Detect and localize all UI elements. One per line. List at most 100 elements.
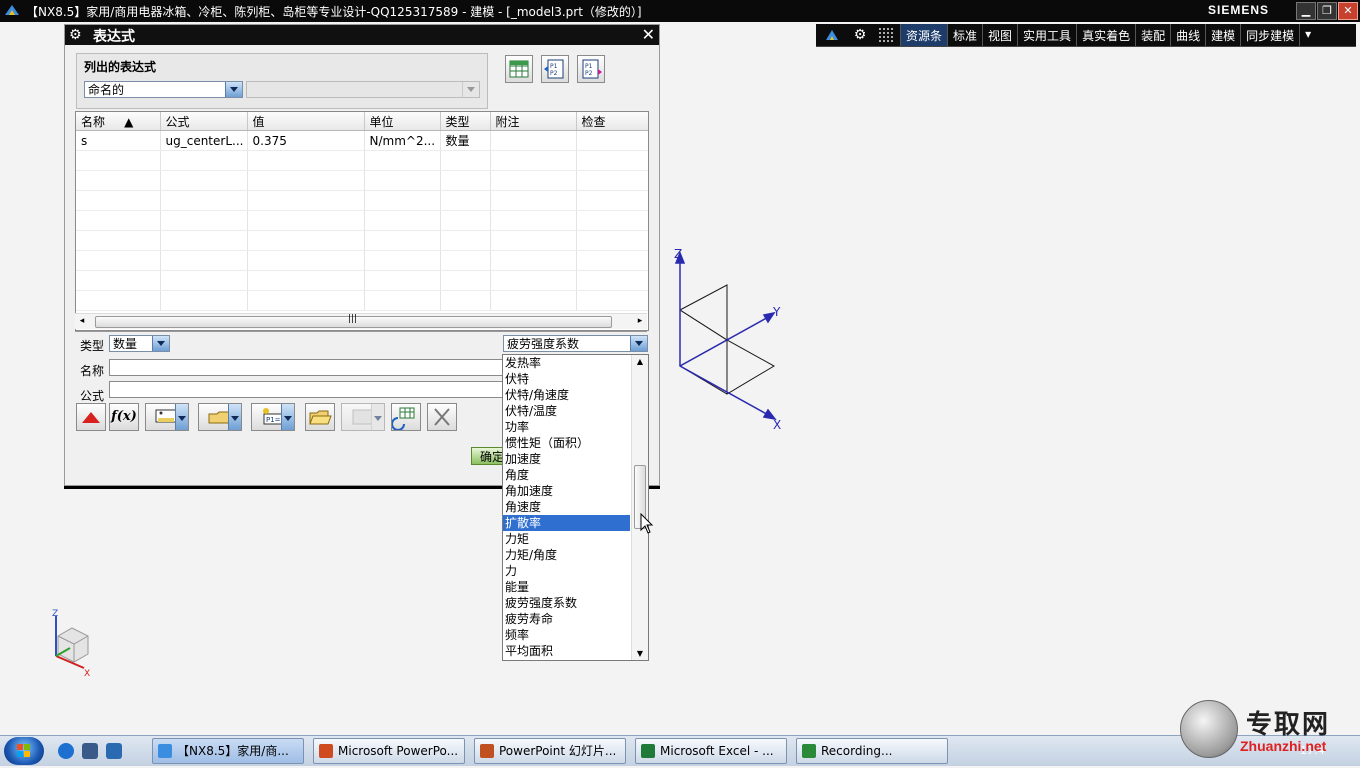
unit-option[interactable]: 能量 [503, 579, 630, 595]
table-row[interactable] [76, 190, 648, 211]
show-desktop-icon[interactable] [106, 743, 122, 759]
type-select[interactable]: 数量 [109, 335, 170, 352]
tab-view[interactable]: 视图 [982, 24, 1017, 46]
dropdown-vertical-scrollbar[interactable]: ▲ ▼ [631, 355, 648, 660]
delete-button[interactable] [427, 403, 457, 431]
table-row[interactable]: s ug_centerL... 0.375 N/mm^2... 数量 [76, 130, 648, 151]
site-watermark: 专取网 Zhuanzhi.net [1180, 700, 1360, 760]
table-row[interactable] [76, 290, 648, 311]
dialog-close-button[interactable]: ✕ [642, 25, 655, 44]
tab-modeling[interactable]: 建模 [1205, 24, 1240, 46]
column-header-name[interactable]: 名称 ▲ [76, 112, 161, 131]
parameter-button[interactable]: P1= [251, 403, 295, 431]
table-row[interactable] [76, 150, 648, 171]
start-button[interactable] [4, 737, 44, 765]
table-row[interactable] [76, 170, 648, 191]
column-header-check[interactable]: 检查 [576, 112, 648, 131]
task-excel[interactable]: Microsoft Excel - ... [635, 738, 787, 764]
chevron-down-icon[interactable] [175, 404, 188, 430]
column-header-formula[interactable]: 公式 [160, 112, 248, 131]
window-close-button[interactable]: ✕ [1338, 2, 1358, 20]
import-expressions-button[interactable]: P1 P2 [541, 55, 569, 83]
table-horizontal-scrollbar[interactable]: ◂ ||| ▸ [75, 313, 647, 329]
selection-icon[interactable] [824, 27, 840, 43]
task-nx[interactable]: 【NX8.5】家用/商... [152, 738, 304, 764]
chevron-down-icon[interactable] [281, 404, 294, 430]
unit-option[interactable]: 伏特/温度 [503, 403, 630, 419]
refresh-values-button[interactable] [391, 403, 421, 431]
unit-option[interactable]: 力矩 [503, 531, 630, 547]
unit-option[interactable]: 功率 [503, 419, 630, 435]
toolbar-options-button[interactable]: ▾ [1299, 24, 1316, 46]
unit-option[interactable]: 伏特 [503, 371, 630, 387]
unit-select[interactable]: 疲劳强度系数 [503, 335, 648, 352]
unit-option[interactable]: 角速度 [503, 499, 630, 515]
column-header-note[interactable]: 附注 [490, 112, 577, 131]
tab-curve[interactable]: 曲线 [1170, 24, 1205, 46]
unit-option[interactable]: 疲劳强度系数 [503, 595, 630, 611]
column-header-unit[interactable]: 单位 [364, 112, 441, 131]
datum-csys[interactable]: Z Y X [660, 245, 790, 435]
maximize-button[interactable]: ❐ [1317, 2, 1337, 20]
accept-edit-button[interactable] [76, 403, 106, 431]
chevron-down-icon[interactable] [152, 336, 169, 351]
unit-option[interactable]: 扩散率 [503, 515, 630, 531]
unit-option[interactable]: 力矩/角度 [503, 547, 630, 563]
tab-standard[interactable]: 标准 [947, 24, 982, 46]
spreadsheet-edit-button[interactable] [505, 55, 533, 83]
unit-option[interactable]: 加速度 [503, 451, 630, 467]
refresh-grid-icon [391, 407, 415, 431]
task-powerpoint-slideshow[interactable]: PowerPoint 幻灯片... [474, 738, 626, 764]
ie-icon[interactable] [58, 743, 74, 759]
table-row[interactable] [76, 250, 648, 271]
column-header-value[interactable]: 值 [247, 112, 365, 131]
scroll-up-icon[interactable]: ▲ [632, 357, 648, 366]
tab-assembly[interactable]: 装配 [1135, 24, 1170, 46]
quick-launch-icon[interactable] [82, 743, 98, 759]
expressions-table[interactable]: 名称 ▲ 公式 值 单位 类型 附注 检查 s ug_centerL... 0.… [75, 111, 649, 331]
empty-cell [440, 170, 491, 191]
table-row[interactable] [76, 210, 648, 231]
column-header-type[interactable]: 类型 [440, 112, 491, 131]
unit-dropdown-list[interactable]: 发热率 伏特 伏特/角速度 伏特/温度 功率 惯性矩（面积） 加速度 角度 角加速度 角速度 扩散率… [502, 354, 649, 661]
scroll-right-icon[interactable]: ▸ [633, 314, 647, 329]
unit-option[interactable]: 力 [503, 563, 630, 579]
scroll-down-icon[interactable]: ▼ [632, 649, 648, 658]
name-input[interactable] [109, 359, 505, 376]
reference-button[interactable] [198, 403, 242, 431]
measure-button[interactable] [145, 403, 189, 431]
listed-filter-select[interactable]: 命名的 [84, 81, 243, 98]
dialog-gear-icon[interactable]: ⚙ [69, 27, 82, 43]
unit-option[interactable]: 频率 [503, 627, 630, 643]
formula-input[interactable] [109, 381, 505, 398]
chevron-down-icon[interactable] [630, 336, 647, 351]
task-recording[interactable]: Recording... [796, 738, 948, 764]
y-axis-label: Y [772, 305, 781, 319]
export-expressions-button[interactable]: P1 P2 [577, 55, 605, 83]
unit-option[interactable]: 伏特/角速度 [503, 387, 630, 403]
chevron-down-icon[interactable] [225, 82, 242, 97]
unit-option[interactable]: 平均面积 [503, 643, 630, 659]
unit-option[interactable]: 角度 [503, 467, 630, 483]
function-button[interactable]: f(x) [109, 403, 139, 431]
disabled-option-button [341, 403, 385, 431]
tab-true-shading[interactable]: 真实着色 [1076, 24, 1135, 46]
tab-utilities[interactable]: 实用工具 [1017, 24, 1076, 46]
unit-option[interactable]: 惯性矩（面积） [503, 435, 630, 451]
task-powerpoint[interactable]: Microsoft PowerPo... [313, 738, 465, 764]
open-file-button[interactable] [305, 403, 335, 431]
tab-resource-bar[interactable]: 资源条 [900, 24, 948, 46]
tab-synchronous-modeling[interactable]: 同步建模 [1240, 24, 1299, 46]
empty-cell [440, 270, 491, 291]
unit-option[interactable]: 疲劳寿命 [503, 611, 630, 627]
table-row[interactable] [76, 270, 648, 291]
table-row[interactable] [76, 230, 648, 251]
chevron-down-icon[interactable] [228, 404, 241, 430]
unit-option[interactable]: 发热率 [503, 355, 630, 371]
minimize-button[interactable]: ▁ [1296, 2, 1316, 20]
gear-icon[interactable]: ⚙ [852, 27, 868, 43]
scroll-left-icon[interactable]: ◂ [75, 314, 89, 329]
grid-icon[interactable] [878, 27, 894, 43]
scrollbar-thumb[interactable]: ||| [95, 314, 612, 328]
unit-option[interactable]: 角加速度 [503, 483, 630, 499]
